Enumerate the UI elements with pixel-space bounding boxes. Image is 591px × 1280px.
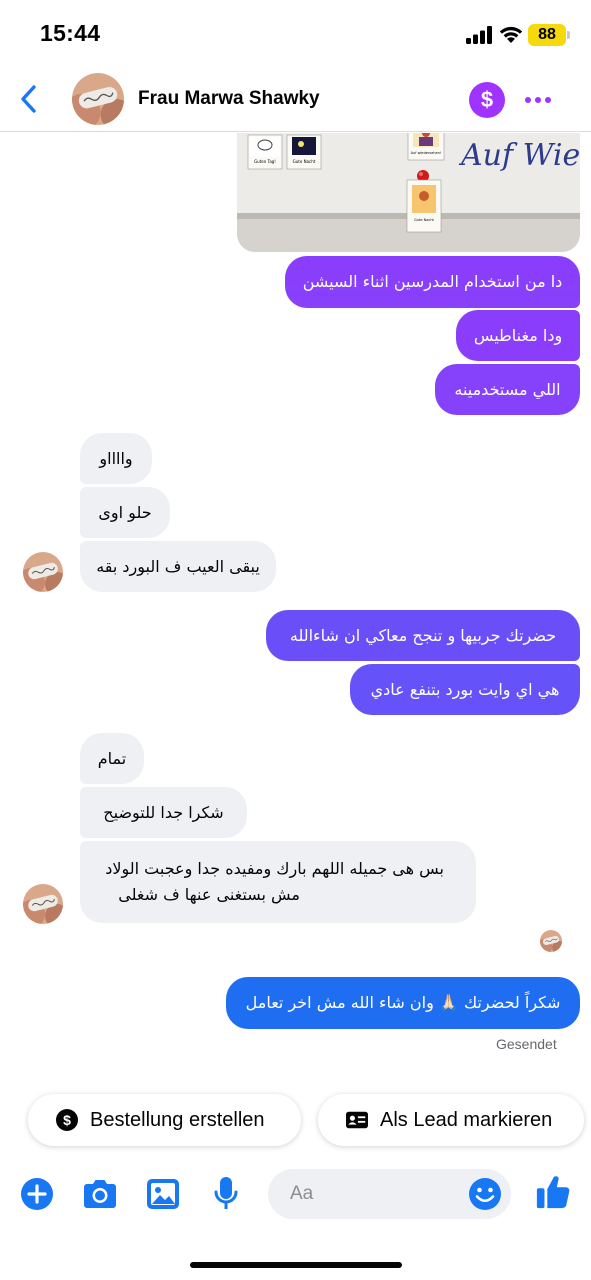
card-label-4: Gute Nacht: [414, 218, 434, 222]
contact-card-icon: [346, 1109, 368, 1131]
message-incoming[interactable]: بس هى جميله اللهم بارك ومفيده جدا وعجبت …: [80, 841, 476, 923]
signal-icon: [466, 26, 492, 44]
message-text: دا من استخدام المدرسين اثناء السيشن: [302, 272, 563, 291]
photo-message[interactable]: Guten Tag! Gute Nacht Auf wiedersehen! G…: [237, 133, 580, 252]
message-incoming[interactable]: يبقى العيب ف البورد بقه: [80, 541, 276, 592]
message-text: حضرتك جربيها و تنجح معاكي ان شاءالله: [289, 625, 557, 645]
message-text: ودا مغناطيس: [473, 325, 563, 345]
dollar-icon[interactable]: $: [469, 82, 505, 118]
message-incoming[interactable]: حلو اوى: [80, 487, 170, 538]
message-text: اللي مستخدمينه: [454, 379, 561, 399]
create-order-label: Bestellung erstellen: [90, 1108, 265, 1131]
back-button[interactable]: [14, 82, 44, 116]
plus-icon[interactable]: [19, 1176, 55, 1212]
message-outgoing[interactable]: ودا مغناطيس: [456, 310, 580, 361]
message-outgoing[interactable]: هي اي وايت بورد بتنفع عادي: [350, 664, 580, 715]
sender-avatar[interactable]: [23, 552, 63, 592]
message-text: شكراً لحضرتك 🙏🏻 وان شاء الله مش اخر تعام…: [245, 993, 561, 1012]
message-outgoing[interactable]: حضرتك جربيها و تنجح معاكي ان شاءالله: [266, 610, 580, 661]
message-incoming[interactable]: وااااو: [80, 433, 152, 484]
status-time: 15:44: [40, 20, 101, 46]
more-dots-icon[interactable]: [522, 88, 554, 112]
card-label-2: Gute Nacht: [293, 159, 316, 164]
message-outgoing[interactable]: اللي مستخدمينه: [435, 364, 580, 415]
message-text: وااااو: [99, 448, 133, 468]
message-text: شكرا جدا للتوضيح: [103, 802, 224, 822]
message-text: هي اي وايت بورد بتنفع عادي: [370, 679, 560, 699]
dollar-circle-icon: $: [56, 1109, 78, 1131]
camera-icon[interactable]: [82, 1176, 118, 1212]
card-label-3: Auf wiedersehen!: [411, 151, 442, 155]
message-outgoing[interactable]: شكراً لحضرتك 🙏🏻 وان شاء الله مش اخر تعام…: [226, 977, 580, 1029]
gallery-icon[interactable]: [145, 1176, 181, 1212]
whiteboard-photo: Guten Tag! Gute Nacht Auf wiedersehen! G…: [237, 133, 580, 252]
create-order-button[interactable]: $ Bestellung erstellen: [28, 1094, 301, 1146]
sent-status: Gesendet: [496, 1036, 557, 1052]
battery-tip: [567, 31, 570, 39]
status-bar: 15:44 88: [0, 0, 591, 68]
payment-symbol: $: [480, 87, 494, 112]
message-outgoing[interactable]: دا من استخدام المدرسين اثناء السيشن: [285, 256, 580, 308]
message-incoming[interactable]: شكرا جدا للتوضيح: [80, 787, 247, 838]
chat-header: Frau Marwa Shawky $: [0, 68, 591, 132]
contact-name[interactable]: Frau Marwa Shawky: [138, 88, 320, 110]
home-indicator: [190, 1262, 402, 1268]
svg-text:$: $: [63, 1112, 71, 1128]
message-text: حلو اوى: [98, 502, 152, 522]
message-text-line: مش بستغنى عنها ف شغلى: [118, 885, 300, 904]
emoji-icon[interactable]: [468, 1177, 502, 1211]
battery-icon: 88: [528, 24, 566, 46]
mark-lead-label: Als Lead markieren: [380, 1108, 553, 1131]
back-arrow-icon: [21, 85, 36, 113]
thumbs-up-icon[interactable]: [535, 1174, 571, 1210]
composer: [0, 1164, 591, 1224]
mark-lead-button[interactable]: Als Lead markieren: [318, 1094, 584, 1146]
message-text: تمام: [97, 748, 127, 768]
sender-avatar[interactable]: [23, 884, 63, 924]
wifi-icon: [499, 26, 523, 43]
read-receipt-avatar: [540, 930, 562, 952]
message-incoming[interactable]: تمام: [80, 733, 144, 784]
microphone-icon[interactable]: [208, 1176, 244, 1212]
message-list[interactable]: Guten Tag! Gute Nacht Auf wiedersehen! G…: [0, 133, 591, 1058]
whiteboard-writing: Auf Wiederls: [458, 138, 580, 173]
card-label-1: Guten Tag!: [254, 159, 276, 164]
avatar[interactable]: [72, 73, 124, 125]
message-text-line: بس هى جميله اللهم بارك ومفيده جدا وعجبت …: [105, 859, 444, 878]
message-text: يبقى العيب ف البورد بقه: [96, 556, 260, 576]
battery-level: 88: [538, 26, 556, 43]
